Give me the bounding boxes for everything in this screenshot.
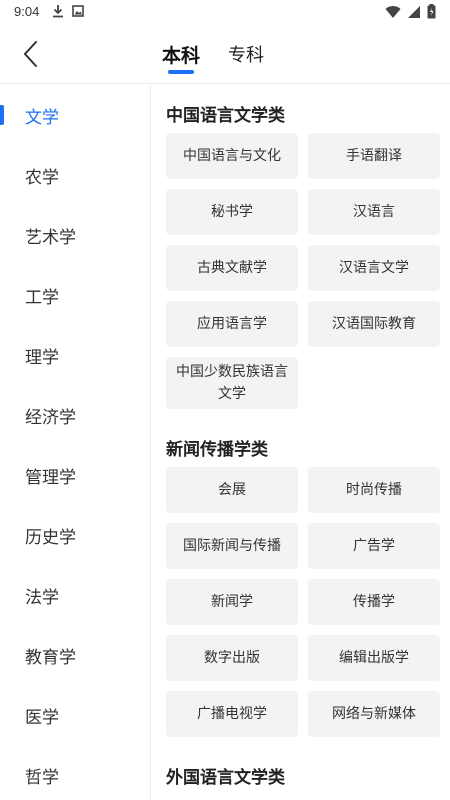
sidebar-item-label: 医学 bbox=[25, 707, 59, 728]
major-chip[interactable]: 时尚传播 bbox=[308, 467, 440, 513]
sidebar-item-label: 历史学 bbox=[25, 527, 76, 548]
sidebar-item-economics[interactable]: 经济学 bbox=[0, 385, 150, 445]
major-chip[interactable]: 编辑出版学 bbox=[308, 635, 440, 681]
sidebar-item-science[interactable]: 理学 bbox=[0, 325, 150, 385]
major-chip[interactable]: 中国少数民族语言文学 bbox=[166, 357, 298, 409]
major-chip[interactable]: 手语翻译 bbox=[308, 133, 440, 179]
tab-junior-college[interactable]: 专科 bbox=[228, 24, 264, 84]
download-icon bbox=[52, 4, 64, 18]
major-chip[interactable]: 应用语言学 bbox=[166, 301, 298, 347]
section-title: 中国语言文学类 bbox=[166, 106, 285, 126]
sidebar-item-label: 管理学 bbox=[25, 467, 76, 488]
major-chip[interactable]: 广播电视学 bbox=[166, 691, 298, 737]
section-foreign-language-literature: 外国语言文学类 bbox=[166, 747, 450, 795]
active-tab-indicator bbox=[168, 70, 194, 74]
top-header: 本科 专科 bbox=[0, 24, 450, 84]
section-title: 外国语言文学类 bbox=[166, 768, 285, 788]
major-chip[interactable]: 新闻学 bbox=[166, 579, 298, 625]
tab-label: 专科 bbox=[228, 45, 265, 66]
major-chip[interactable]: 秘书学 bbox=[166, 189, 298, 235]
wifi-icon bbox=[385, 4, 401, 23]
tab-label: 本科 bbox=[162, 44, 201, 67]
back-arrow-icon bbox=[23, 41, 37, 67]
active-indicator bbox=[0, 105, 4, 125]
back-button[interactable] bbox=[12, 36, 48, 72]
sidebar-item-label: 理学 bbox=[25, 347, 59, 368]
category-sidebar[interactable]: 文学 农学 艺术学 工学 理学 经济学 管理学 历史学 法学 教育学 医学 哲学 bbox=[0, 85, 151, 800]
sidebar-item-art[interactable]: 艺术学 bbox=[0, 205, 150, 265]
sidebar-item-label: 法学 bbox=[25, 587, 59, 608]
status-left-icons bbox=[52, 4, 84, 18]
section-title: 新闻传播学类 bbox=[166, 440, 268, 460]
major-chip[interactable]: 中国语言与文化 bbox=[166, 133, 298, 179]
sidebar-item-label: 经济学 bbox=[25, 407, 76, 428]
sidebar-item-education[interactable]: 教育学 bbox=[0, 625, 150, 685]
major-chip[interactable]: 广告学 bbox=[308, 523, 440, 569]
sidebar-item-label: 农学 bbox=[25, 167, 59, 188]
sidebar-item-philosophy[interactable]: 哲学 bbox=[0, 745, 150, 800]
sidebar-item-history[interactable]: 历史学 bbox=[0, 505, 150, 565]
major-chip[interactable]: 汉语国际教育 bbox=[308, 301, 440, 347]
sidebar-item-law[interactable]: 法学 bbox=[0, 565, 150, 625]
signal-icon bbox=[407, 4, 421, 23]
major-chip[interactable]: 汉语言 bbox=[308, 189, 440, 235]
sidebar-item-label: 教育学 bbox=[25, 647, 76, 668]
major-chip[interactable]: 古典文献学 bbox=[166, 245, 298, 291]
major-chip[interactable]: 国际新闻与传播 bbox=[166, 523, 298, 569]
major-chip[interactable]: 网络与新媒体 bbox=[308, 691, 440, 737]
major-chip[interactable]: 汉语言文学 bbox=[308, 245, 440, 291]
major-grid: 中国语言与文化 手语翻译 秘书学 汉语言 古典文献学 汉语言文学 应用语言学 汉… bbox=[166, 133, 450, 409]
major-grid: 会展 时尚传播 国际新闻与传播 广告学 新闻学 传播学 数字出版 编辑出版学 广… bbox=[166, 467, 450, 737]
sidebar-item-management[interactable]: 管理学 bbox=[0, 445, 150, 505]
sidebar-item-literature[interactable]: 文学 bbox=[0, 85, 150, 145]
sidebar-item-agriculture[interactable]: 农学 bbox=[0, 145, 150, 205]
section-chinese-language-literature: 中国语言文学类 中国语言与文化 手语翻译 秘书学 汉语言 古典文献学 汉语言文学… bbox=[166, 85, 450, 409]
sidebar-item-engineering[interactable]: 工学 bbox=[0, 265, 150, 325]
sidebar-item-label: 哲学 bbox=[25, 767, 59, 788]
major-chip[interactable]: 会展 bbox=[166, 467, 298, 513]
major-list[interactable]: 中国语言文学类 中国语言与文化 手语翻译 秘书学 汉语言 古典文献学 汉语言文学… bbox=[151, 85, 450, 800]
photo-icon bbox=[72, 4, 84, 18]
section-journalism-communication: 新闻传播学类 会展 时尚传播 国际新闻与传播 广告学 新闻学 传播学 数字出版 … bbox=[166, 419, 450, 737]
battery-icon bbox=[427, 4, 436, 23]
major-chip[interactable]: 数字出版 bbox=[166, 635, 298, 681]
sidebar-item-label: 工学 bbox=[25, 287, 59, 308]
status-bar: 9:04 bbox=[0, 0, 450, 24]
tab-undergraduate[interactable]: 本科 bbox=[162, 24, 200, 84]
status-right-icons bbox=[385, 4, 436, 23]
sidebar-item-medicine[interactable]: 医学 bbox=[0, 685, 150, 745]
sidebar-item-label: 文学 bbox=[25, 107, 59, 128]
sidebar-item-label: 艺术学 bbox=[25, 227, 76, 248]
degree-tabs: 本科 专科 bbox=[162, 24, 264, 84]
major-chip[interactable]: 传播学 bbox=[308, 579, 440, 625]
status-time: 9:04 bbox=[14, 4, 40, 19]
